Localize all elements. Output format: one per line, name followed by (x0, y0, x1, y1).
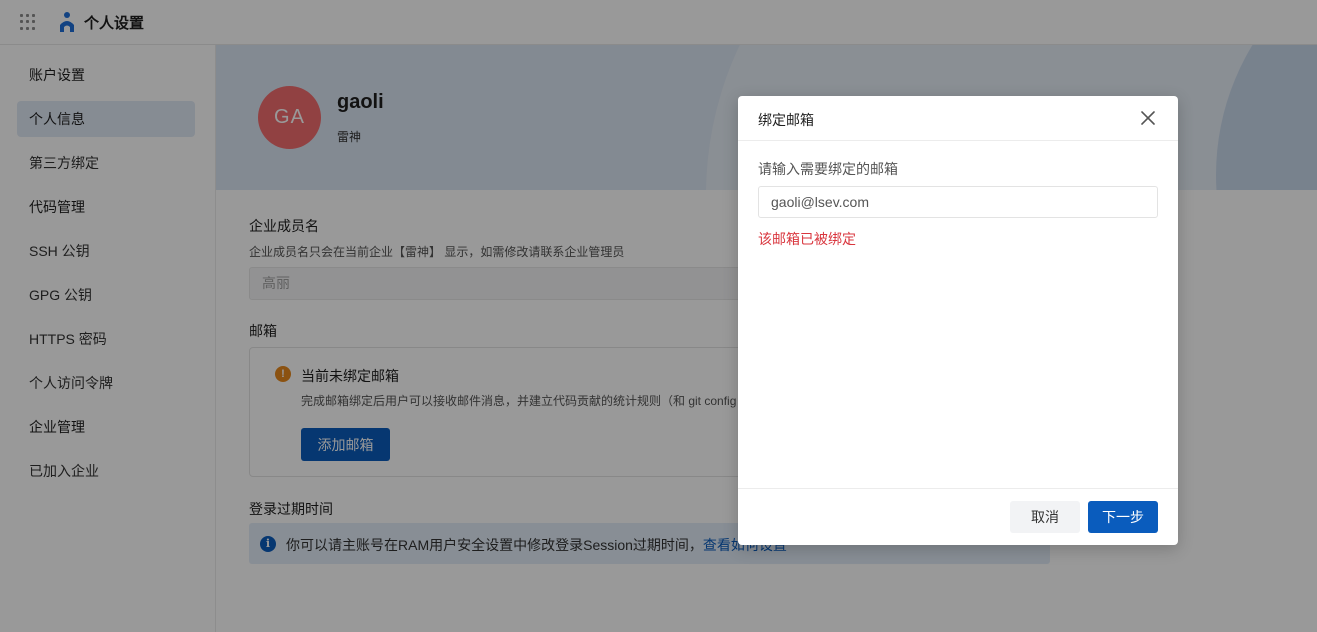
dialog-header: 绑定邮箱 (738, 96, 1178, 141)
email-field-label: 请输入需要绑定的邮箱 (758, 161, 898, 177)
close-icon[interactable] (1138, 108, 1158, 128)
dialog-footer: 取消 下一步 (738, 488, 1178, 545)
cancel-button[interactable]: 取消 (1010, 501, 1080, 533)
email-input[interactable] (758, 186, 1158, 218)
email-error-message: 该邮箱已被绑定 (758, 231, 856, 247)
next-button[interactable]: 下一步 (1088, 501, 1158, 533)
dialog-title: 绑定邮箱 (758, 112, 814, 128)
bind-email-dialog: 绑定邮箱 请输入需要绑定的邮箱 该邮箱已被绑定 取消 下一步 (738, 96, 1178, 545)
